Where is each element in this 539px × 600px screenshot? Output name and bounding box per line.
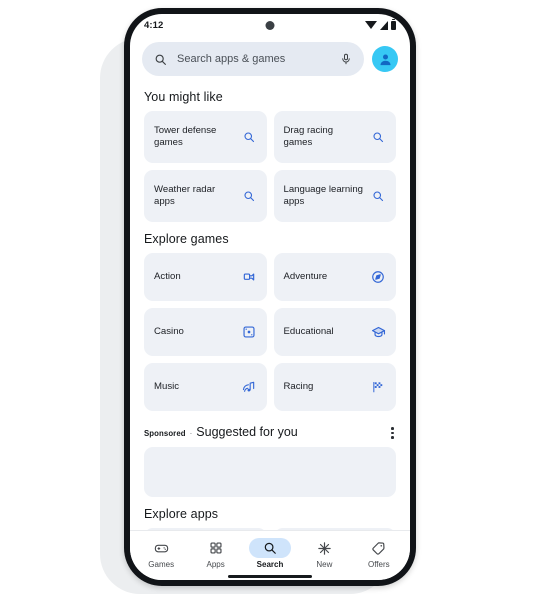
nav-label: Offers: [368, 560, 390, 570]
gamepad-icon: [140, 538, 182, 558]
you-might-like-grid: Tower defense games Drag racing games We…: [130, 111, 410, 222]
suggestion-chip[interactable]: Weather radar apps: [144, 170, 267, 222]
search-row: Search apps & games: [130, 36, 410, 80]
wifi-icon: [365, 21, 377, 29]
sponsored-title: Suggested for you: [196, 425, 298, 439]
category-chip-racing[interactable]: Racing: [273, 363, 396, 411]
category-chip-educational[interactable]: Educational: [273, 308, 396, 356]
phone-device-frame: 4:12 Search apps & games You might like …: [124, 8, 416, 586]
tag-icon: [358, 538, 400, 558]
sponsored-tag: Sponsored: [144, 429, 186, 438]
category-chip-casino[interactable]: Casino: [144, 308, 267, 356]
page-content: Search apps & games You might like Tower…: [130, 36, 410, 531]
category-chip-label: Music: [154, 381, 180, 392]
bottom-navigation-bar: Games Apps Search New Offers: [130, 530, 410, 580]
nav-item-search[interactable]: Search: [243, 536, 297, 570]
nav-label: Search: [256, 560, 284, 570]
category-chip-action[interactable]: Action: [144, 253, 267, 301]
nav-item-games[interactable]: Games: [134, 536, 188, 570]
category-chip-music[interactable]: Music: [144, 363, 267, 411]
screenshot-stage: 4:12 Search apps & games You might like …: [0, 0, 539, 600]
status-bar-clock: 4:12: [144, 19, 164, 31]
account-avatar[interactable]: [372, 46, 398, 72]
front-camera-punch-hole-icon: [265, 21, 275, 30]
search-icon: [241, 190, 257, 202]
suggestion-chip[interactable]: Drag racing games: [273, 111, 396, 163]
suggestion-chip-label: Language learning apps: [283, 184, 364, 207]
search-input[interactable]: Search apps & games: [142, 42, 364, 76]
section-title-you-might-like: You might like: [144, 90, 223, 104]
checkered-flag-icon: [370, 380, 386, 394]
category-chip-label: Adventure: [283, 271, 328, 282]
search-icon: [370, 131, 386, 143]
suggestion-chip-label: Tower defense games: [154, 125, 217, 148]
action-games-icon: [241, 270, 257, 284]
status-bar-system-icons: [365, 18, 396, 30]
search-icon: [249, 538, 292, 559]
account-avatar-icon: [380, 54, 390, 65]
microphone-icon[interactable]: [340, 53, 352, 65]
nav-label: New: [316, 560, 333, 570]
graduation-cap-icon: [370, 325, 386, 340]
suggestion-chip[interactable]: Language learning apps: [273, 170, 396, 222]
category-chip-adventure[interactable]: Adventure: [273, 253, 396, 301]
apps-grid-icon: [195, 538, 237, 558]
status-bar: 4:12: [130, 14, 410, 36]
suggestion-chip-label: Weather radar apps: [154, 184, 216, 207]
suggestion-chip-label: Drag racing games: [283, 125, 334, 148]
explore-games-grid: Action Adventure Casino Educational Musi…: [130, 253, 410, 411]
phone-screen: 4:12 Search apps & games You might like …: [130, 14, 410, 580]
sponsored-separator: ·: [189, 429, 193, 438]
compass-icon: [370, 270, 386, 284]
category-chip-label: Educational: [283, 326, 334, 337]
search-placeholder: Search apps & games: [177, 53, 286, 65]
nav-label: Games: [148, 560, 175, 570]
nav-item-new[interactable]: New: [297, 536, 351, 570]
search-icon: [370, 190, 386, 202]
section-title-explore-games: Explore games: [144, 232, 229, 246]
nav-item-offers[interactable]: Offers: [352, 536, 406, 570]
search-icon: [154, 53, 167, 66]
music-note-icon: [241, 380, 257, 394]
category-chip-label: Racing: [283, 381, 314, 392]
bottom-nav-items: Games Apps Search New Offers: [134, 536, 406, 570]
sparkle-icon: [303, 538, 345, 558]
more-options-icon[interactable]: [389, 425, 396, 441]
sponsored-ad-placeholder[interactable]: [144, 446, 396, 497]
battery-icon: [391, 18, 396, 30]
sponsored-header: Sponsored · Suggested for you: [130, 411, 410, 447]
section-title-explore-apps: Explore apps: [144, 506, 219, 521]
search-icon: [241, 131, 257, 143]
nav-label: Apps: [206, 560, 225, 570]
suggestion-chip[interactable]: Tower defense games: [144, 111, 267, 163]
dice-icon: [241, 325, 257, 339]
home-indicator[interactable]: [228, 575, 312, 578]
signal-icon: [380, 20, 388, 30]
category-chip-label: Casino: [154, 326, 184, 337]
nav-item-apps[interactable]: Apps: [188, 536, 242, 570]
category-chip-label: Action: [154, 271, 181, 282]
